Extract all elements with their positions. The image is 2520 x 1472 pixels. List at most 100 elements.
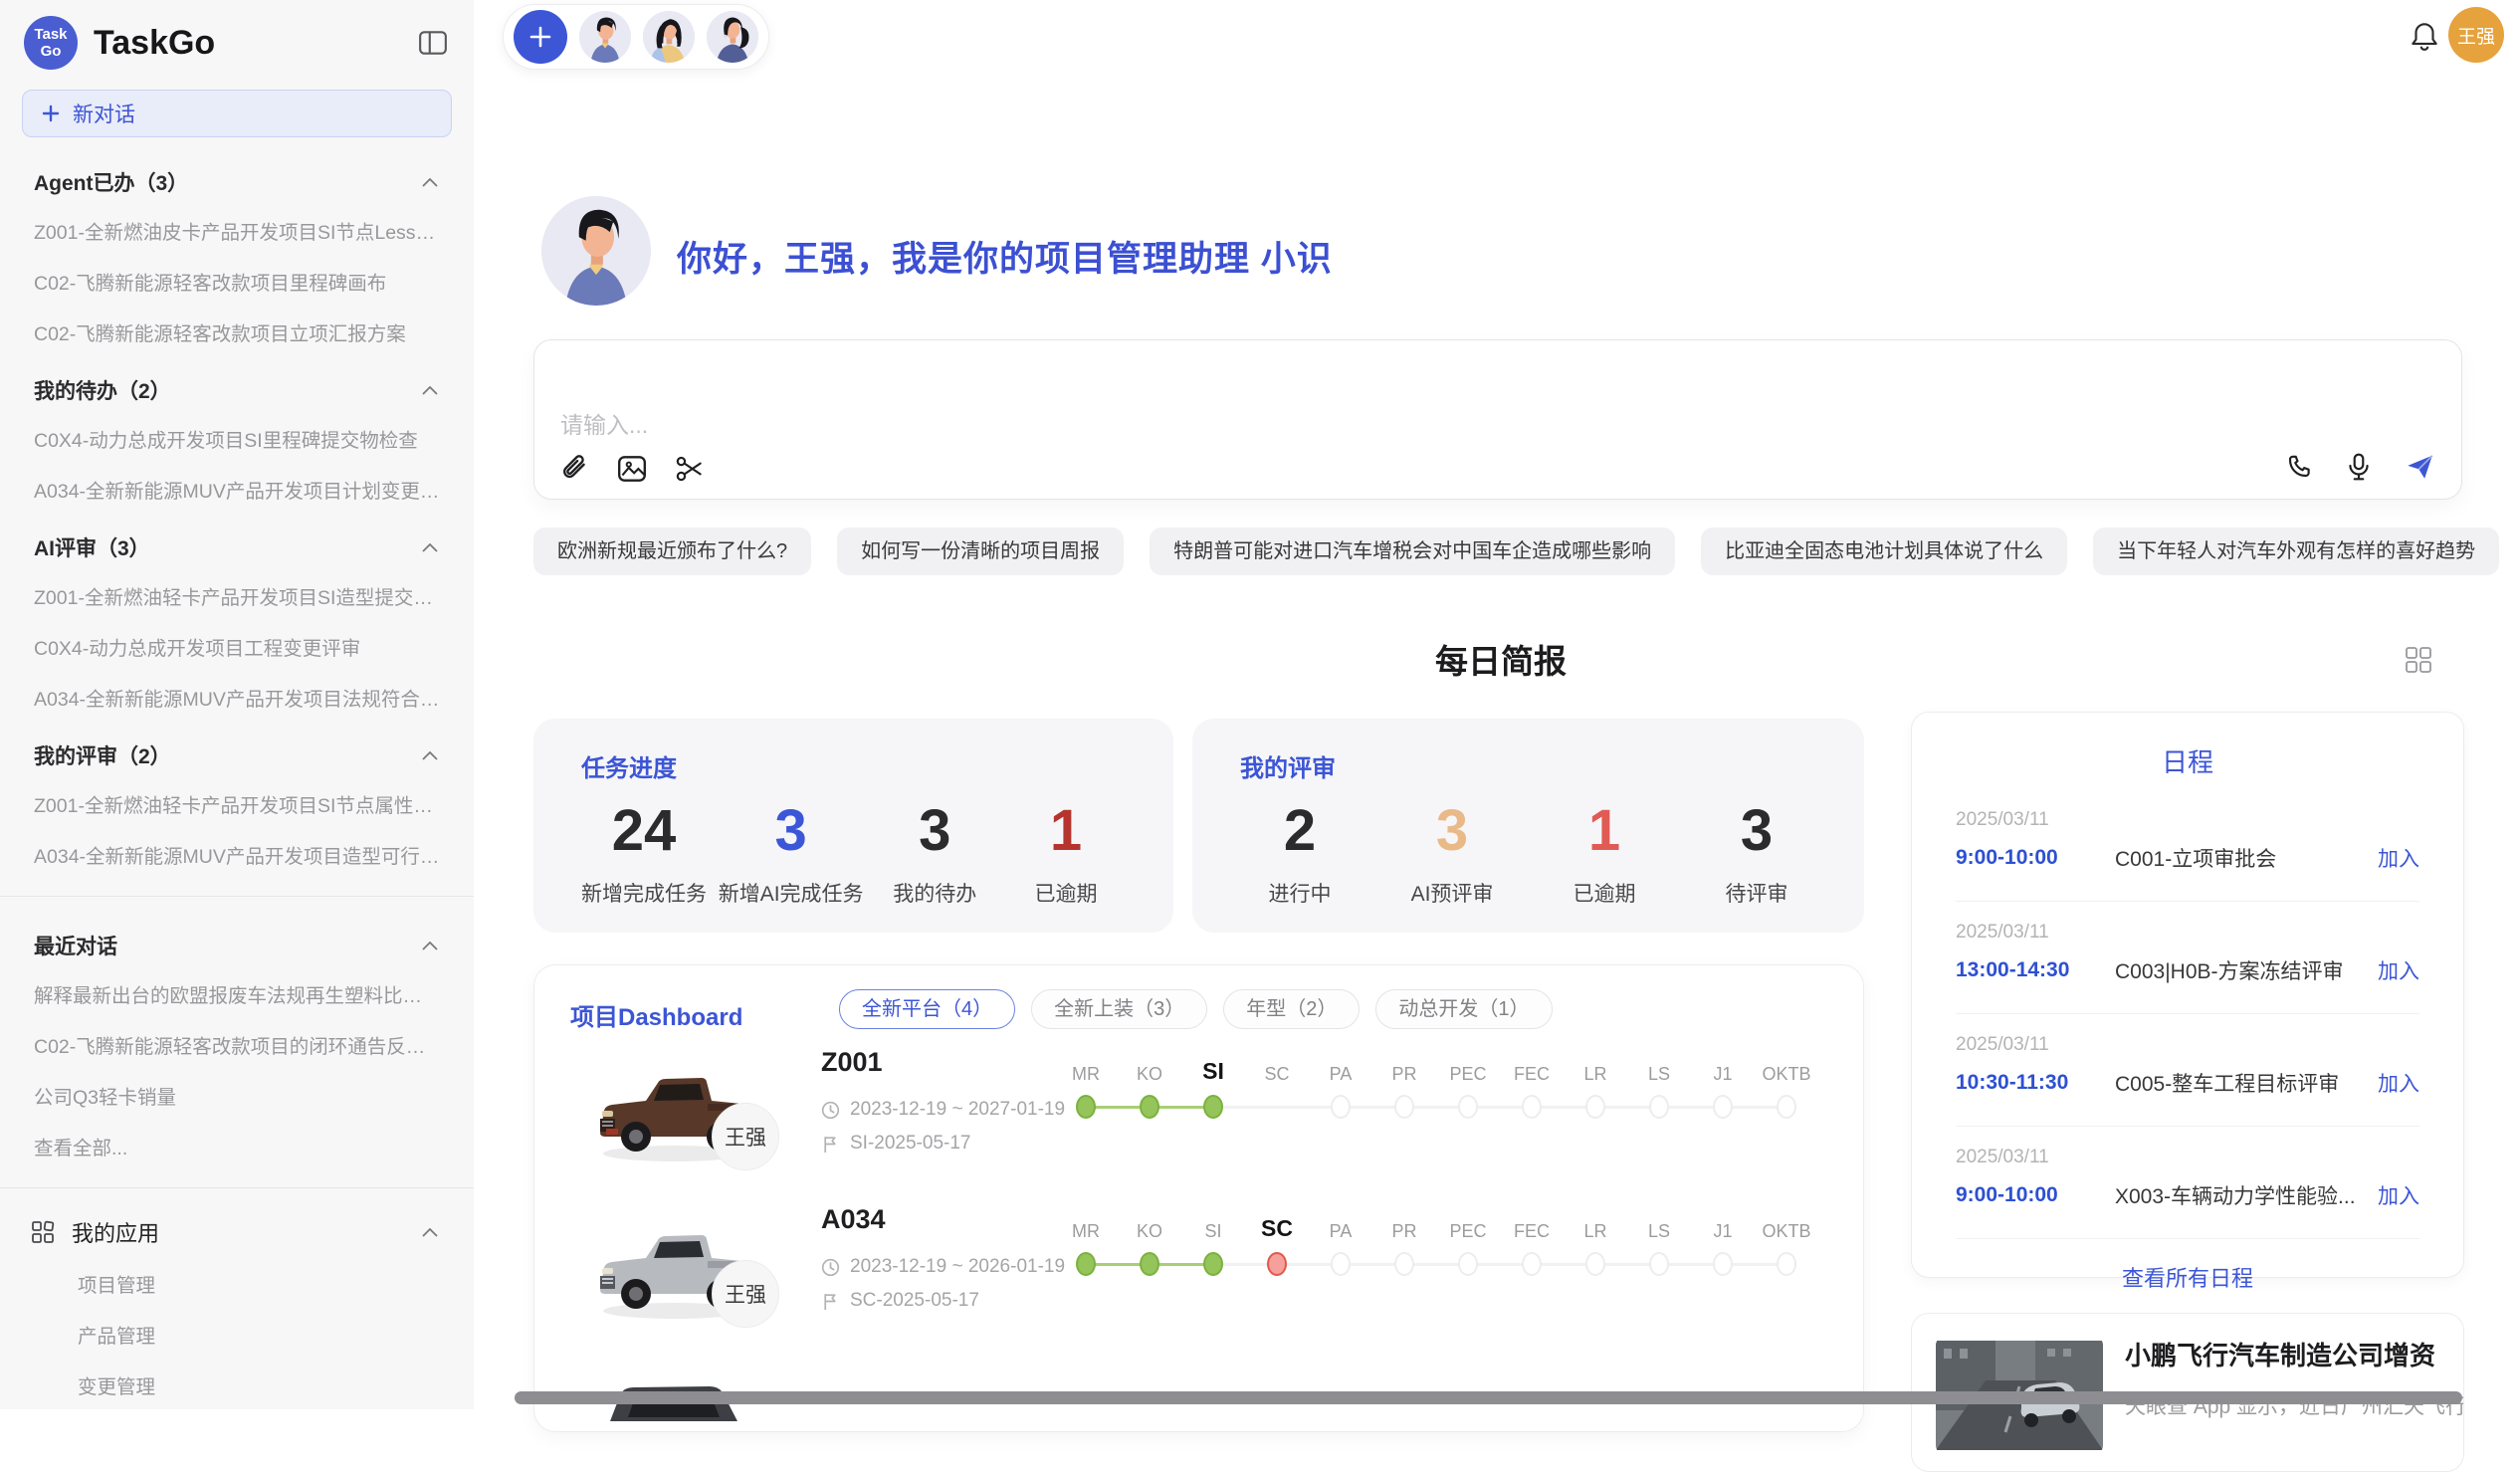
sidebar-app-item[interactable]: 变更管理	[0, 1360, 474, 1409]
milestone-label: PR	[1372, 1064, 1436, 1085]
sidebar-item[interactable]: 查看全部...	[0, 1121, 474, 1171]
event-join-link[interactable]: 加入	[2378, 1180, 2419, 1210]
dashboard-tab[interactable]: 动总开发（1）	[1375, 989, 1552, 1029]
stat-label: AI预评审	[1392, 878, 1512, 908]
image-icon[interactable]	[616, 453, 648, 485]
milestone-labels: MRKOSISCPAPRPECFECLRLSJ1OKTB	[1054, 1204, 1818, 1242]
chevron-up-icon	[422, 751, 438, 760]
sidebar-item[interactable]: 公司Q3轻卡销量	[0, 1070, 474, 1121]
event-name: X003-车辆动力学性能验...	[2115, 1180, 2378, 1210]
milestone-dot	[1522, 1095, 1542, 1119]
scissors-icon[interactable]	[674, 453, 706, 485]
milestone-label: OKTB	[1755, 1221, 1818, 1242]
mic-icon[interactable]	[2344, 452, 2374, 482]
stat-label: 我的待办	[875, 878, 994, 908]
stat-value: 2	[1240, 797, 1360, 864]
stat-label: 新增AI完成任务	[719, 878, 864, 908]
stat-card-title: 任务进度	[581, 748, 1126, 783]
phone-icon[interactable]	[2284, 452, 2314, 482]
composer-attach-tools	[558, 453, 706, 485]
app-logo-line1: Task	[34, 26, 67, 43]
milestone-label: PEC	[1436, 1221, 1500, 1242]
horizontal-scrollbar[interactable]	[515, 1391, 2462, 1404]
sidebar-section-header[interactable]: 最近对话	[0, 913, 474, 968]
sidebar-app-item[interactable]: 项目管理	[0, 1258, 474, 1309]
event-name: C005-整车工程目标评审	[2115, 1068, 2378, 1098]
user-avatar[interactable]: 王强	[2448, 7, 2504, 63]
sidebar-item[interactable]: C0X4-动力总成开发项目SI里程碑提交物检查	[0, 413, 474, 464]
milestone-label: J1	[1691, 1221, 1755, 1242]
session-avatar-1[interactable]	[579, 11, 631, 63]
event-date: 2025/03/11	[1956, 1147, 2419, 1168]
sidebar-item[interactable]: C02-飞腾新能源轻客改款项目里程碑画布	[0, 256, 474, 307]
stat-label: 待评审	[1697, 878, 1816, 908]
milestone-label: J1	[1691, 1064, 1755, 1085]
milestone-dot	[1331, 1252, 1351, 1276]
project-dates-text: 2023-12-19 ~ 2027-01-19	[850, 1099, 1065, 1121]
schedule-card: 日程 2025/03/119:00-10:00C001-立项审批会加入2025/…	[1911, 712, 2464, 1278]
schedule-event: 2025/03/1113:00-14:30C003|H0B-方案冻结评审加入	[1956, 902, 2419, 1014]
notification-bell-icon[interactable]	[2409, 20, 2440, 54]
project-row[interactable]: 王强A0342023-12-19 ~ 2026-01-19SC-2025-05-…	[554, 1198, 1843, 1356]
milestone-label: MR	[1054, 1221, 1118, 1242]
suggestion-chip[interactable]: 比亚迪全固态电池计划具体说了什么	[1701, 527, 2067, 575]
layout-grid-icon[interactable]	[2404, 645, 2433, 675]
milestone-label: SI	[1181, 1058, 1245, 1085]
chevron-up-icon	[422, 543, 438, 552]
composer-input[interactable]: 请输入...	[560, 406, 648, 440]
sidebar-item[interactable]: A034-全新新能源MUV产品开发项目造型可行性评审	[0, 829, 474, 880]
dashboard-tab[interactable]: 年型（2）	[1223, 989, 1360, 1029]
composer[interactable]: 请输入...	[533, 339, 2462, 500]
view-all-schedule-link[interactable]: 查看所有日程	[1912, 1261, 2463, 1293]
sidebar-section-header[interactable]: 我的待办（2）	[0, 357, 474, 413]
milestone-label: SC	[1245, 1064, 1309, 1085]
event-time: 10:30-11:30	[1956, 1071, 2115, 1095]
sidebar-item[interactable]: 解释最新出台的欧盟报废车法规再生塑料比例被调至15%...	[0, 968, 474, 1019]
milestone-label: LS	[1627, 1221, 1691, 1242]
sidebar-item[interactable]: Z001-全新燃油轻卡产品开发项目SI节点属性5D文件评审	[0, 778, 474, 829]
suggestion-chip[interactable]: 欧洲新规最近颁布了什么?	[533, 527, 811, 575]
new-session-button[interactable]	[514, 10, 567, 64]
new-chat-button[interactable]: 新对话	[22, 90, 452, 137]
sidebar-toggle-icon[interactable]	[418, 29, 448, 57]
milestone-label: MR	[1054, 1064, 1118, 1085]
suggestion-chip[interactable]: 当下年轻人对汽车外观有怎样的喜好趋势	[2093, 527, 2499, 575]
apps-grid-icon	[30, 1219, 56, 1245]
sidebar-item[interactable]: Z001-全新燃油轻卡产品开发项目SI造型提交物评审	[0, 570, 474, 621]
clock-icon	[821, 1101, 840, 1120]
session-avatar-2[interactable]	[643, 11, 695, 63]
section-label: 我的待办（2）	[34, 375, 171, 405]
sidebar: Task Go TaskGo 新对话 Agent已办（3）Z001-全新燃油皮卡…	[0, 0, 474, 1409]
event-time: 13:00-14:30	[1956, 958, 2115, 982]
sidebar-item[interactable]: C02-飞腾新能源轻客改款项目的闭环通告反馈情况	[0, 1019, 474, 1070]
suggestion-chip[interactable]: 如何写一份清晰的项目周报	[837, 527, 1124, 575]
event-join-link[interactable]: 加入	[2378, 955, 2419, 985]
event-join-link[interactable]: 加入	[2378, 843, 2419, 873]
sidebar-apps-header[interactable]: 我的应用	[0, 1204, 474, 1258]
dashboard-tab[interactable]: 全新平台（4）	[839, 989, 1015, 1029]
chevron-up-icon	[422, 942, 438, 950]
dashboard-tab[interactable]: 全新上装（3）	[1031, 989, 1207, 1029]
chevron-up-icon	[422, 178, 438, 187]
project-row[interactable]: 王强Z0012023-12-19 ~ 2027-01-19SI-2025-05-…	[554, 1041, 1843, 1198]
sidebar-item[interactable]: Z001-全新燃油皮卡产品开发项目SI节点Lesson Learn报告	[0, 205, 474, 256]
sidebar-section-header[interactable]: Agent已办（3）	[0, 149, 474, 205]
event-date: 2025/03/11	[1956, 922, 2419, 944]
section-label: Agent已办（3）	[34, 167, 188, 197]
sidebar-item[interactable]: C02-飞腾新能源轻客改款项目立项汇报方案	[0, 307, 474, 357]
event-join-link[interactable]: 加入	[2378, 1068, 2419, 1098]
sidebar-section-header[interactable]: 我的评审（2）	[0, 723, 474, 778]
sidebar-app-item[interactable]: 产品管理	[0, 1309, 474, 1360]
sidebar-item[interactable]: C0X4-动力总成开发项目工程变更评审	[0, 621, 474, 672]
send-icon[interactable]	[2404, 451, 2435, 483]
user-name: 王强	[2457, 22, 2495, 49]
sidebar-item[interactable]: A034-全新新能源MUV产品开发项目计划变更表编写	[0, 464, 474, 515]
sidebar-item[interactable]: A034-全新新能源MUV产品开发项目法规符合性评审	[0, 672, 474, 723]
event-name: C001-立项审批会	[2115, 843, 2378, 873]
sidebar-section-header[interactable]: AI评审（3）	[0, 515, 474, 570]
paperclip-icon[interactable]	[558, 453, 590, 485]
milestone-dot	[1649, 1095, 1669, 1119]
suggestion-chip[interactable]: 特朗普可能对进口汽车增税会对中国车企造成哪些影响	[1150, 527, 1675, 575]
session-avatar-3[interactable]	[707, 11, 758, 63]
event-main: 9:00-10:00C001-立项审批会加入	[1956, 843, 2419, 873]
